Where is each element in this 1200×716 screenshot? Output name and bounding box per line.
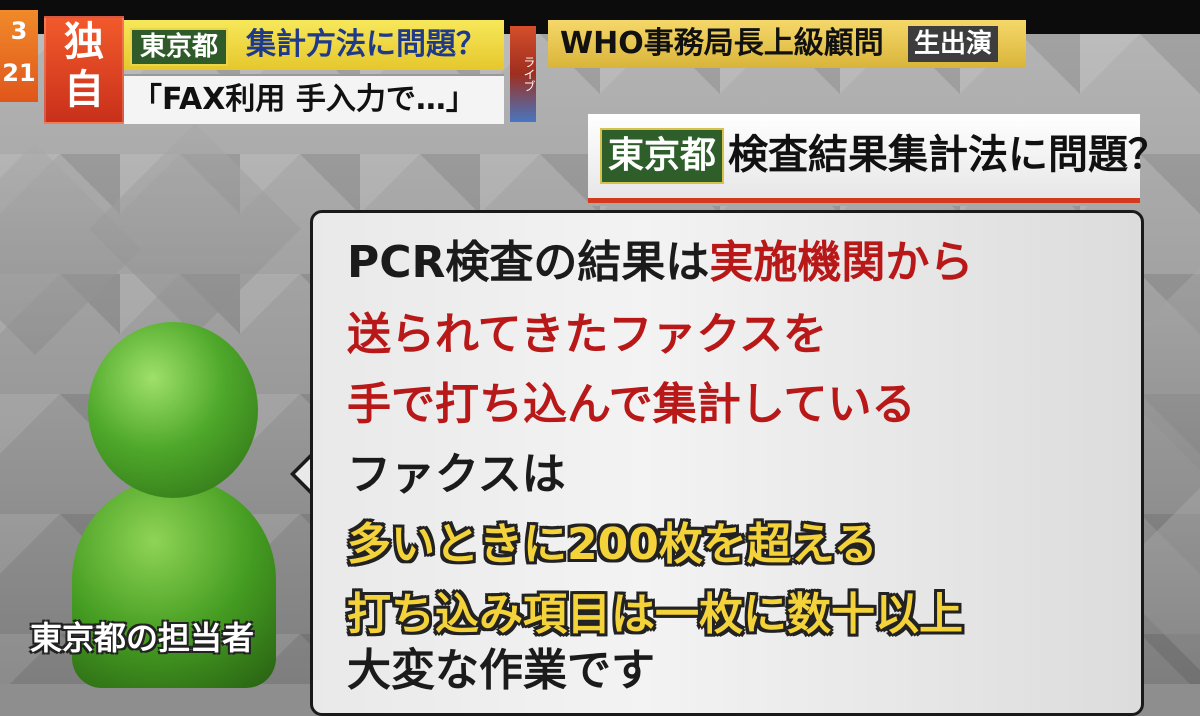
headline-location-tag: 東京都: [600, 128, 725, 184]
speaker-caption: 東京都の担当者: [30, 619, 255, 657]
corner-number-top: 3: [10, 17, 28, 45]
bubble-line-3: 手で打ち込んで集計している: [347, 379, 916, 430]
bubble-text-highlight: 実施機関から: [709, 237, 974, 288]
live-badge: 生出演: [908, 26, 999, 62]
ticker-title: 集計方法に問題？: [246, 27, 486, 62]
speech-bubble: PCR検査の結果は実施機関から 送られてきたファクスを 手で打ち込んで集計してい…: [310, 210, 1144, 716]
exclusive-badge-top: 独: [64, 19, 104, 65]
corner-number-badge: 3 21: [0, 10, 38, 102]
who-banner: WHO事務局長上級顧問 生出演: [548, 20, 1026, 68]
ticker-location-tag: 東京都: [130, 28, 229, 66]
headline-banner: 東京都 検査結果集計法に問題？: [588, 114, 1168, 203]
background-tile: [88, 122, 302, 336]
side-strip: ライブ: [510, 26, 536, 122]
bubble-line-6: 打ち込み項目は一枚に数十以上: [347, 589, 963, 640]
bubble-text: PCR検査の結果は: [347, 237, 710, 288]
person-icon-head: [88, 322, 258, 498]
bubble-pointer: [290, 452, 313, 496]
news-ticker-bar: 東京都 集計方法に問題？: [124, 20, 504, 70]
corner-number-bottom: 21: [2, 59, 36, 87]
exclusive-badge-bottom: 自: [64, 67, 104, 113]
bubble-line-7: 大変な作業です: [347, 645, 655, 696]
ticker-subtitle: 「FAX利用 手入力で…」: [132, 82, 476, 117]
bubble-line-5: 多いときに200枚を超える: [347, 519, 878, 570]
headline-text: 検査結果集計法に問題？: [728, 132, 1168, 178]
exclusive-badge: 独 自: [44, 16, 124, 124]
news-ticker-subbar: 「FAX利用 手入力で…」: [124, 74, 504, 124]
bubble-line-2: 送られてきたファクスを: [347, 309, 828, 360]
bubble-line-4: ファクスは: [347, 449, 566, 500]
who-banner-text: WHO事務局長上級顧問: [560, 26, 884, 61]
bubble-line-1: PCR検査の結果は実施機関から: [347, 235, 973, 291]
